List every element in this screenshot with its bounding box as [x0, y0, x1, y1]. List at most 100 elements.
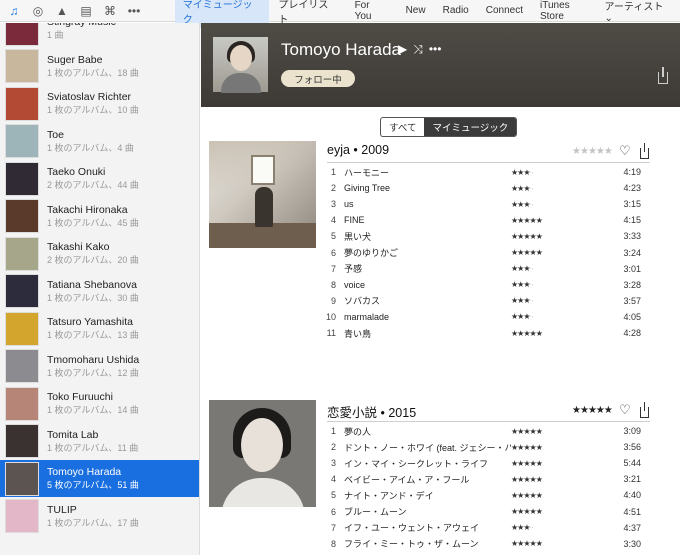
track-row[interactable]: 9 ソバカス ★★★·· 3:57: [322, 293, 657, 309]
play-icon[interactable]: ▶: [398, 42, 407, 57]
track-number: 7: [330, 263, 336, 274]
segment-my-music[interactable]: マイミュージック: [424, 118, 517, 136]
track-title: イン・マイ・シークレット・ライフ: [344, 458, 489, 469]
shuffle-icon[interactable]: ⤨: [413, 42, 423, 57]
more-icon[interactable]: •••: [126, 3, 142, 19]
heart-icon[interactable]: ♡: [619, 144, 631, 157]
track-row[interactable]: 4 FINE ★★★★★ 4:15: [322, 212, 657, 228]
star-icon: ★: [535, 231, 543, 241]
track-row[interactable]: 10 marmalade ★★★·· 4:05: [322, 309, 657, 325]
track-row[interactable]: 1 ハーモニー ★★★·· 4:19: [322, 164, 657, 180]
artist-list-item[interactable]: Taeko Onuki 2 枚のアルバム、44 曲: [0, 160, 199, 197]
track-row[interactable]: 6 夢のゆりかご ★★★★★ 3:24: [322, 245, 657, 261]
track-row[interactable]: 3 us ★★★·· 3:15: [322, 196, 657, 212]
track-rating[interactable]: ★★★★★: [511, 507, 603, 516]
artist-list-item[interactable]: Toe 1 枚のアルバム、4 曲: [0, 123, 199, 160]
track-row[interactable]: 2 Giving Tree ★★★·· 4:23: [322, 180, 657, 196]
share-icon[interactable]: [658, 67, 668, 84]
track-rating[interactable]: ★★★★★: [511, 427, 603, 436]
track-rating[interactable]: ★★★··: [511, 312, 603, 321]
artist-meta: TULIP 1 枚のアルバム、17 曲: [47, 504, 139, 529]
track-rating[interactable]: ★★★··: [511, 184, 603, 193]
view-menu[interactable]: アーティスト ⌄: [605, 0, 680, 24]
nav-tab[interactable]: Connect: [478, 3, 531, 18]
track-row[interactable]: 7 予感 ★★★·· 3:01: [322, 261, 657, 277]
artist-list-item[interactable]: Tomita Lab 1 枚のアルバム、11 曲: [0, 423, 199, 460]
track-row[interactable]: 5 黒い犬 ★★★★★ 3:33: [322, 228, 657, 244]
track-rating[interactable]: ★★★★★: [511, 232, 603, 241]
track-rating[interactable]: ★★★··: [511, 280, 603, 289]
track-row[interactable]: 4 ベイビー・アイム・ア・フール ★★★★★ 3:21: [322, 471, 657, 487]
album-rating[interactable]: ★★★★★: [572, 146, 613, 157]
radio-tower-icon[interactable]: ⌘: [102, 3, 118, 19]
share-icon[interactable]: [640, 143, 649, 159]
segment-all[interactable]: すべて: [381, 118, 424, 136]
track-rating[interactable]: ★★★··: [511, 296, 603, 305]
track-rating[interactable]: ★★★★★: [511, 443, 603, 452]
nav-tab[interactable]: For You: [347, 0, 397, 24]
artist-meta: Takashi Kako 2 枚のアルバム、20 曲: [47, 241, 139, 266]
artist-list-item[interactable]: Takachi Hironaka 1 枚のアルバム、45 曲: [0, 198, 199, 235]
artist-name: Takachi Hironaka: [47, 203, 128, 216]
track-rating[interactable]: ★★★··: [511, 200, 603, 209]
itunes-u-icon[interactable]: ▲: [54, 3, 70, 19]
artist-list-item[interactable]: Tmomoharu Ushida 1 枚のアルバム、12 曲: [0, 348, 199, 385]
nav-tab[interactable]: New: [398, 3, 434, 18]
book-icon[interactable]: ▤: [78, 3, 94, 19]
artist-list-item[interactable]: Takashi Kako 2 枚のアルバム、20 曲: [0, 235, 199, 272]
track-row[interactable]: 6 ブルー・ムーン ★★★★★ 4:51: [322, 504, 657, 520]
artist-list-item[interactable]: Tomoyo Harada 5 枚のアルバム、51 曲: [0, 460, 199, 497]
track-rating[interactable]: ★★★··: [511, 523, 603, 532]
artist-list-item[interactable]: Toko Furuuchi 1 枚のアルバム、14 曲: [0, 385, 199, 422]
track-number: 10: [325, 311, 336, 322]
star-icon: ★: [595, 405, 605, 416]
artist-name: Toko Furuuchi: [47, 391, 113, 403]
track-row[interactable]: 3 イン・マイ・シークレット・ライフ ★★★★★ 5:44: [322, 455, 657, 471]
track-rating[interactable]: ★★★★★: [511, 491, 603, 500]
star-icon: ·: [531, 280, 534, 290]
track-row[interactable]: 8 voice ★★★·· 3:28: [322, 277, 657, 293]
track-row[interactable]: 2 ドント・ノー・ホワイ (feat. ジェシー・ハリス)★★★★★ 3:56: [322, 439, 657, 455]
artist-meta: Suger Babe 1 枚のアルバム、18 曲: [47, 54, 139, 79]
nav-tab[interactable]: iTunes Store: [532, 0, 604, 24]
album-artwork[interactable]: [209, 141, 316, 248]
album-name: eyja: [327, 143, 350, 157]
nav-tab[interactable]: Radio: [435, 3, 477, 18]
follow-button[interactable]: フォロー中: [281, 70, 355, 87]
track-rating[interactable]: ★★★··: [511, 168, 603, 177]
heart-icon[interactable]: ♡: [619, 403, 631, 416]
track-duration: 3:30: [623, 538, 641, 549]
track-row[interactable]: 11 青い鳥 ★★★★★ 4:28: [322, 325, 657, 341]
track-duration: 3:56: [623, 442, 641, 453]
share-icon[interactable]: [640, 402, 649, 418]
track-rating[interactable]: ★★★··: [511, 264, 603, 273]
track-rating[interactable]: ★★★★★: [511, 216, 603, 225]
track-duration: 4:51: [623, 506, 641, 517]
album-artwork[interactable]: [209, 400, 316, 507]
music-note-icon[interactable]: ♫: [6, 3, 22, 19]
track-rating[interactable]: ★★★★★: [511, 475, 603, 484]
track-row[interactable]: 1 夢の人 ★★★★★ 3:09: [322, 423, 657, 439]
artist-list-item[interactable]: Tatiana Shebanova 1 枚のアルバム、30 曲: [0, 273, 199, 310]
artist-list-item[interactable]: TULIP 1 枚のアルバム、17 曲: [0, 498, 199, 535]
artist-list-item[interactable]: Stingray Music1 曲: [0, 23, 199, 47]
track-row[interactable]: 7 イフ・ユー・ウェント・アウェイ ★★★·· 4:37: [322, 520, 657, 536]
track-rating[interactable]: ★★★★★: [511, 459, 603, 468]
track-title: 夢のゆりかご: [344, 248, 399, 258]
track-duration: 4:23: [623, 183, 641, 194]
track-duration: 3:33: [623, 231, 641, 242]
more-icon[interactable]: •••: [429, 42, 442, 57]
chevron-down-icon: ⌄: [604, 12, 613, 24]
track-rating[interactable]: ★★★★★: [511, 248, 603, 257]
track-rating[interactable]: ★★★★★: [511, 539, 603, 548]
track-row[interactable]: 5 ナイト・アンド・デイ ★★★★★ 4:40: [322, 487, 657, 503]
track-row[interactable]: 8 フライ・ミー・トゥ・ザ・ムーン ★★★★★ 3:30: [322, 536, 657, 552]
artist-list-item[interactable]: Tatsuro Yamashita 1 枚のアルバム、13 曲: [0, 310, 199, 347]
artist-list-item[interactable]: Sviatoslav Richter 1 枚のアルバム、10 曲: [0, 85, 199, 122]
album-rating[interactable]: ★★★★★: [572, 405, 613, 416]
artist-subtitle: 1 枚のアルバム、13 曲: [47, 330, 139, 340]
track-rating[interactable]: ★★★★★: [511, 329, 603, 338]
podcast-icon[interactable]: ◎: [30, 3, 46, 19]
artist-photo: [213, 37, 268, 93]
artist-list-item[interactable]: Suger Babe 1 枚のアルバム、18 曲: [0, 48, 199, 85]
